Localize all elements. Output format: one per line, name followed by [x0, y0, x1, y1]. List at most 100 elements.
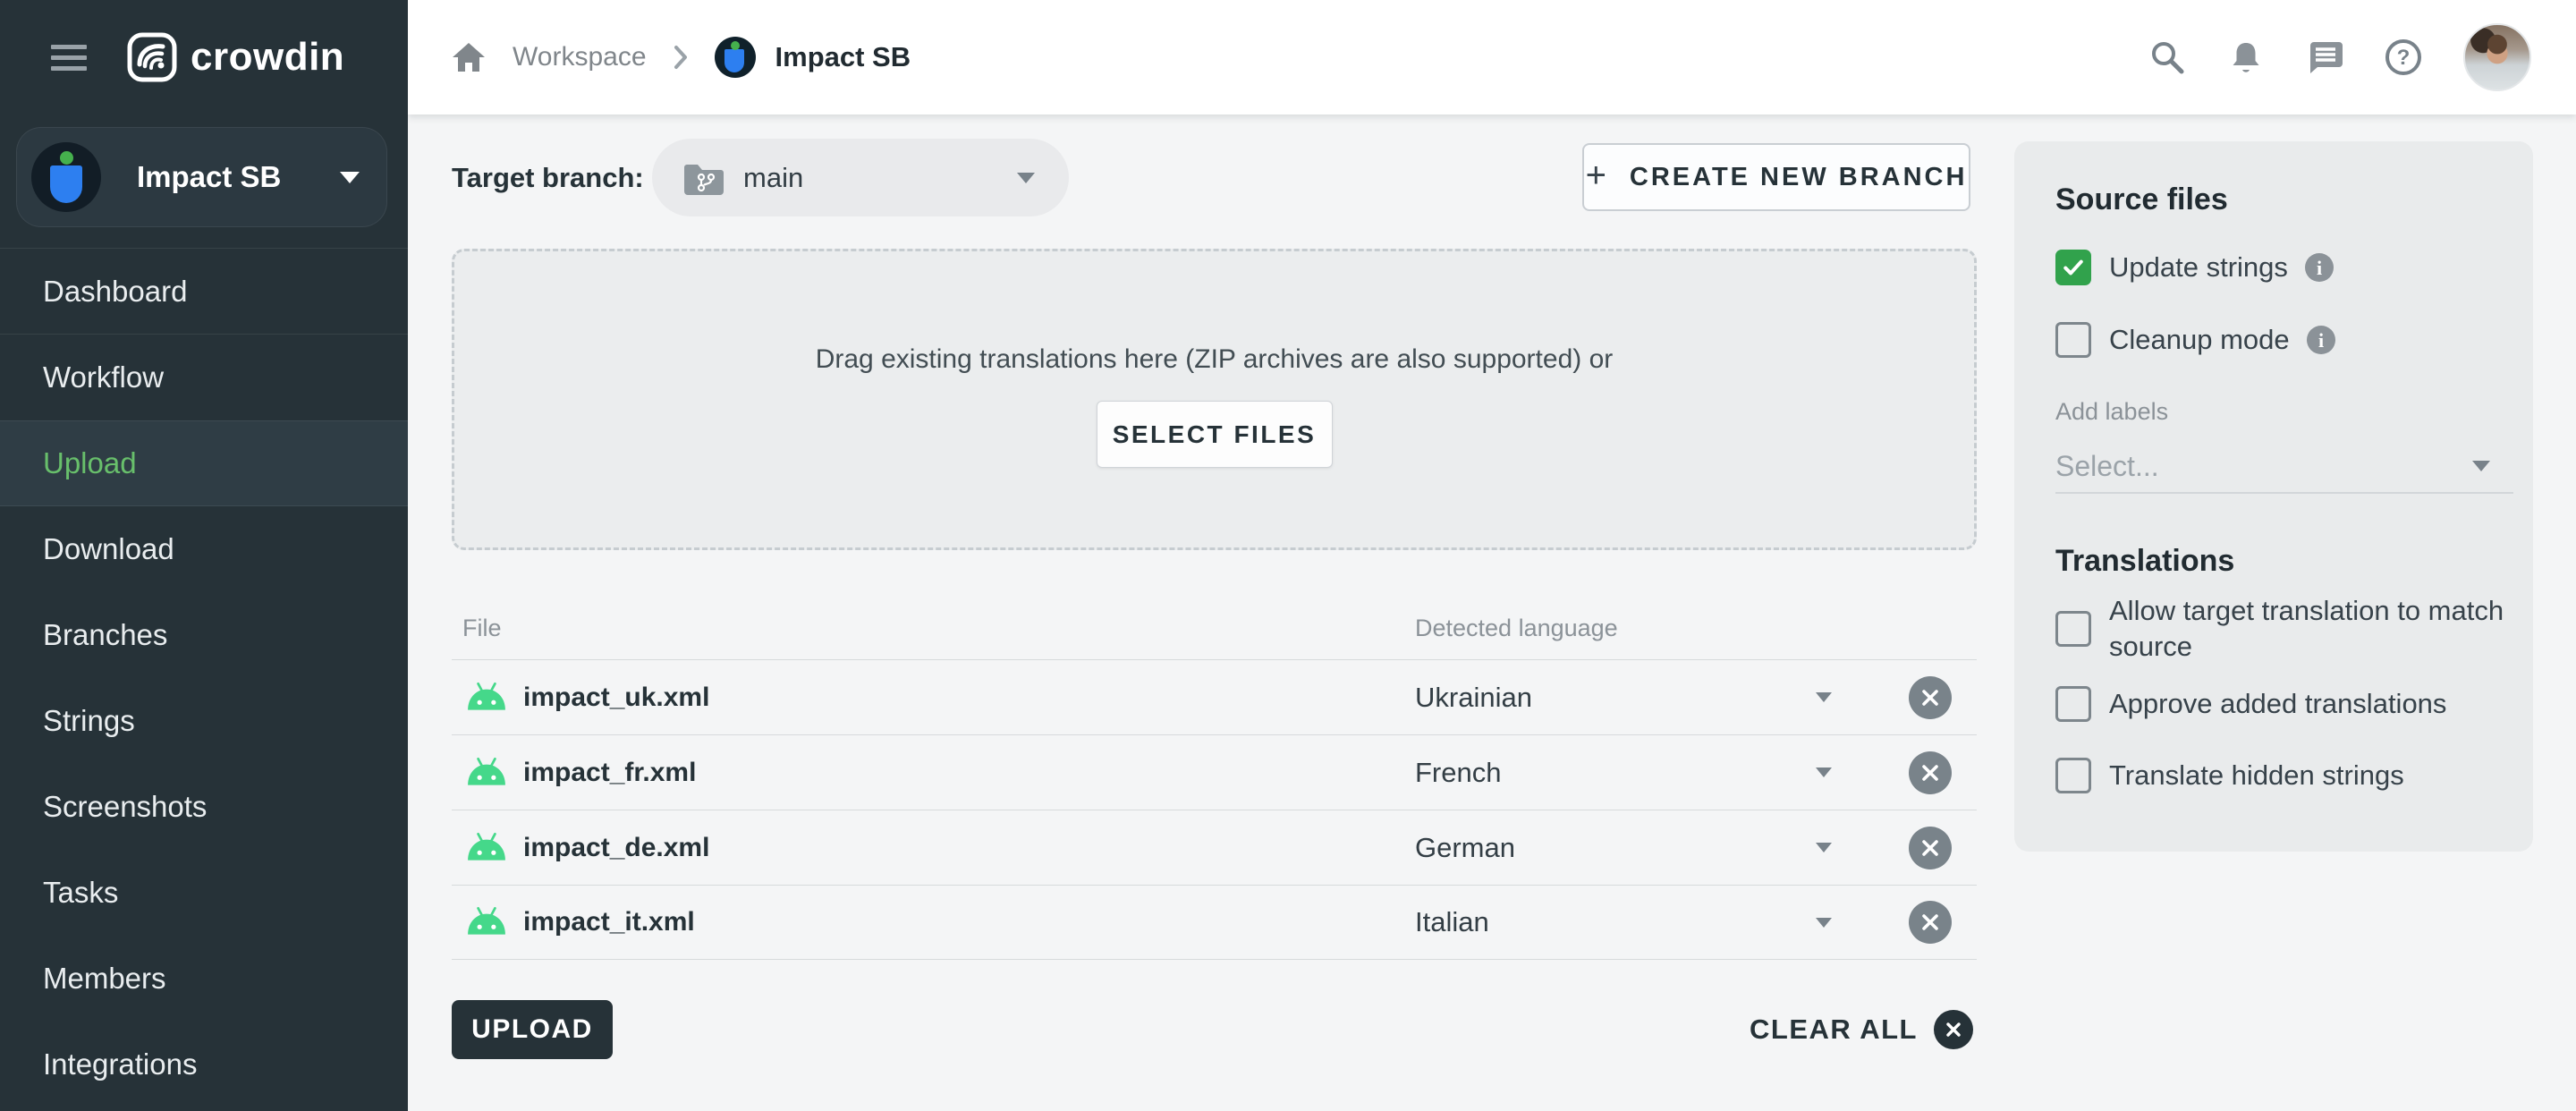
sidebar-item-dashboard[interactable]: Dashboard [0, 249, 408, 335]
select-files-button[interactable]: SELECT FILES [1097, 401, 1333, 468]
labels-select[interactable]: Select... [2055, 440, 2513, 494]
info-icon[interactable]: i [2304, 252, 2334, 283]
sidebar-item-workflow[interactable]: Workflow [0, 335, 408, 420]
translate-hidden-label: Translate hidden strings [2109, 758, 2404, 793]
help-icon[interactable]: ? [2385, 38, 2422, 76]
sidebar: crowdin Impact SB Dashboard Workflow Upl… [0, 0, 408, 1111]
sidebar-item-label: Tasks [43, 876, 118, 910]
svg-text:i: i [2317, 257, 2322, 279]
sidebar-item-screenshots[interactable]: Screenshots [0, 764, 408, 850]
file-name: impact_it.xml [523, 907, 695, 937]
remove-file-button[interactable] [1909, 751, 1952, 794]
allow-match-source-label: Allow target translation to match source [2109, 593, 2529, 665]
sidebar-item-branches[interactable]: Branches [0, 592, 408, 678]
chevron-down-icon [1017, 173, 1035, 183]
sidebar-item-label: Integrations [43, 1047, 197, 1081]
upload-settings-panel: Source files Update strings i Cleanup mo… [2014, 141, 2533, 852]
file-name: impact_de.xml [523, 833, 709, 863]
chevron-down-icon[interactable] [1816, 692, 1832, 702]
sidebar-item-label: Upload [43, 446, 137, 480]
breadcrumb-project[interactable]: Impact SB [715, 37, 911, 78]
detected-language-select[interactable]: Italian [1415, 906, 1489, 938]
sidebar-item-label: Download [43, 532, 174, 566]
svg-text:?: ? [2397, 46, 2411, 70]
file-name: impact_fr.xml [523, 758, 696, 788]
branch-folder-icon [682, 160, 724, 196]
allow-match-source-option[interactable]: Allow target translation to match source [2055, 593, 2529, 665]
breadcrumb-project-label: Impact SB [775, 41, 911, 73]
file-dropzone[interactable]: Drag existing translations here (ZIP arc… [452, 249, 1977, 550]
messages-chat-icon[interactable] [2306, 38, 2343, 76]
info-icon[interactable]: i [2306, 325, 2336, 355]
top-bar: Workspace Impact SB [408, 0, 2576, 114]
android-icon [466, 832, 507, 864]
chevron-right-icon [672, 44, 690, 71]
create-new-branch-button[interactable]: + CREATE NEW BRANCH [1582, 143, 1970, 211]
header-actions: ? [2148, 23, 2531, 91]
sidebar-item-upload[interactable]: Upload [0, 420, 408, 506]
cleanup-mode-checkbox[interactable] [2055, 322, 2091, 358]
user-avatar[interactable] [2463, 23, 2531, 91]
crowdin-logo-text: crowdin [191, 35, 344, 80]
android-icon [466, 906, 507, 938]
remove-file-button[interactable] [1909, 827, 1952, 869]
remove-file-button[interactable] [1909, 676, 1952, 719]
sidebar-item-members[interactable]: Members [0, 936, 408, 1022]
update-strings-checkbox-checked[interactable] [2055, 250, 2091, 285]
approve-translations-option[interactable]: Approve added translations [2055, 686, 2446, 722]
android-icon [466, 757, 507, 789]
clear-all-button[interactable]: CLEAR ALL [1750, 1006, 1973, 1053]
table-row: impact_fr.xml French [452, 734, 1977, 810]
sidebar-item-label: Branches [43, 618, 167, 652]
chevron-down-icon[interactable] [1816, 843, 1832, 852]
labels-select-placeholder: Select... [2055, 450, 2159, 483]
table-row: impact_de.xml German [452, 810, 1977, 885]
project-selector-label: Impact SB [137, 160, 281, 194]
remove-file-button[interactable] [1909, 901, 1952, 944]
breadcrumb: Workspace Impact SB [452, 37, 911, 78]
sidebar-item-label: Dashboard [43, 275, 187, 309]
hamburger-menu-icon[interactable] [51, 45, 87, 71]
detected-language-select[interactable]: French [1415, 757, 1501, 789]
upload-button[interactable]: UPLOAD [452, 1000, 613, 1059]
branch-select[interactable]: main [652, 139, 1069, 216]
chevron-down-icon [2472, 461, 2490, 471]
sidebar-item-tasks[interactable]: Tasks [0, 850, 408, 936]
uploaded-files-table: impact_uk.xml Ukrainian impact_fr.xml Fr… [452, 659, 1977, 960]
sidebar-item-integrations[interactable]: Integrations [0, 1022, 408, 1107]
plus-icon: + [1586, 157, 1606, 193]
detected-language-select[interactable]: German [1415, 832, 1515, 864]
breadcrumb-workspace[interactable]: Workspace [513, 42, 647, 72]
translate-hidden-option[interactable]: Translate hidden strings [2055, 758, 2404, 793]
chevron-down-icon[interactable] [1816, 918, 1832, 928]
sidebar-item-label: Workflow [43, 360, 164, 394]
translate-hidden-checkbox[interactable] [2055, 758, 2091, 793]
clear-all-label: CLEAR ALL [1750, 1013, 1918, 1046]
sidebar-item-strings[interactable]: Strings [0, 678, 408, 764]
project-selector[interactable]: Impact SB [16, 127, 387, 227]
cleanup-mode-option[interactable]: Cleanup mode i [2055, 322, 2336, 358]
chevron-down-icon [340, 172, 360, 183]
table-header-file: File [462, 615, 502, 642]
allow-match-source-checkbox[interactable] [2055, 611, 2091, 647]
notifications-bell-icon[interactable] [2227, 38, 2265, 76]
table-row: impact_it.xml Italian [452, 885, 1977, 960]
approve-translations-checkbox[interactable] [2055, 686, 2091, 722]
sidebar-menu: Dashboard Workflow Upload Download Branc… [0, 248, 408, 1107]
target-branch-label: Target branch: [452, 162, 644, 194]
detected-language-select[interactable]: Ukrainian [1415, 682, 1532, 714]
add-labels-label: Add labels [2055, 398, 2168, 426]
svg-text:i: i [2318, 329, 2324, 352]
sidebar-top: crowdin [0, 0, 408, 114]
dropzone-text: Drag existing translations here (ZIP arc… [454, 344, 1974, 375]
cleanup-mode-label: Cleanup mode [2109, 322, 2290, 358]
home-icon[interactable] [452, 41, 486, 73]
chevron-down-icon[interactable] [1816, 768, 1832, 777]
translations-title: Translations [2055, 544, 2234, 579]
approve-translations-label: Approve added translations [2109, 686, 2446, 722]
update-strings-option[interactable]: Update strings i [2055, 250, 2334, 285]
sidebar-item-download[interactable]: Download [0, 506, 408, 592]
crowdin-logo[interactable]: crowdin [127, 32, 344, 82]
search-icon[interactable] [2148, 38, 2186, 76]
clear-all-x-icon [1934, 1010, 1973, 1049]
